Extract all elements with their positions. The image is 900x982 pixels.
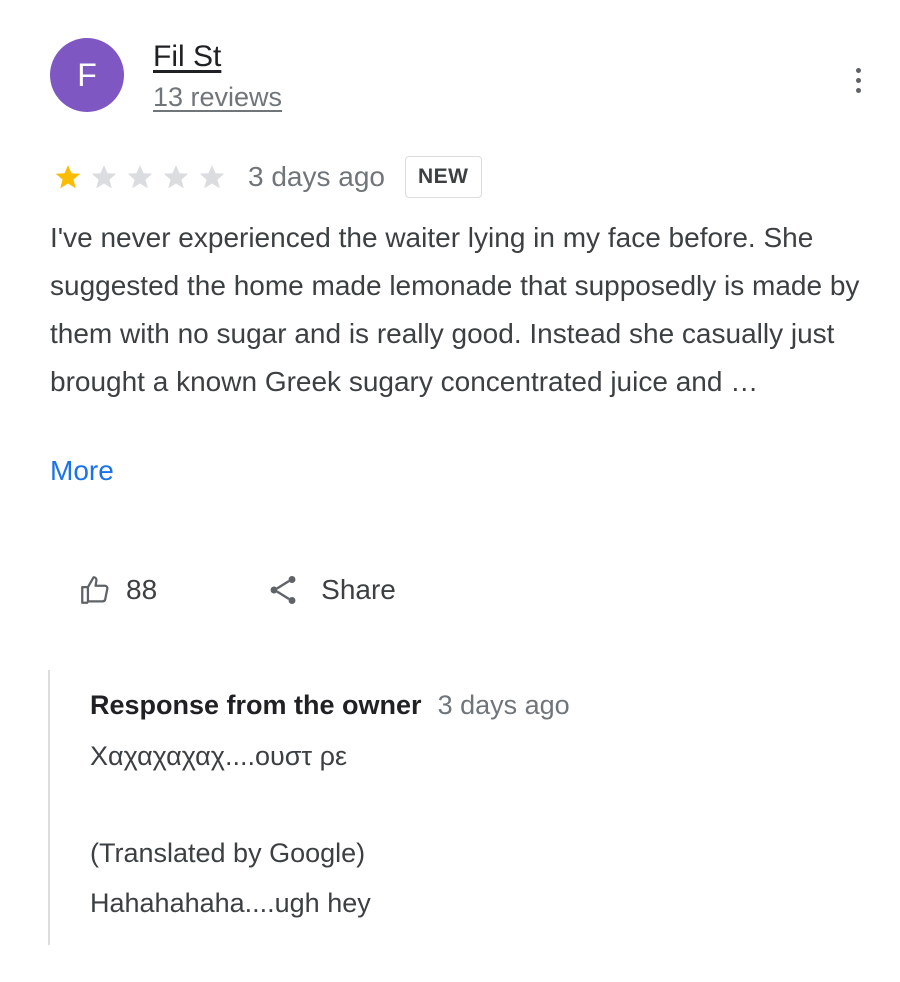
review-meta: 3 days ago NEW [50,152,482,202]
share-label: Share [321,574,396,605]
star-empty-icon [91,165,117,189]
share-icon [270,576,296,604]
menu-dot [855,87,861,93]
like-button[interactable]: 88 [78,573,157,607]
star-empty-icon [127,165,153,189]
owner-response-header: Response from the owner 3 days ago [90,690,570,721]
avatar-initial: F [77,56,97,93]
like-count: 88 [126,574,158,605]
review-card: F Fil St 13 reviews 3 days ago NEW I've … [0,0,900,982]
star-empty-icon [199,165,225,189]
star-empty-icon [163,165,189,189]
review-actions: 88 Share [78,565,396,615]
author-reviews-link[interactable]: 13 reviews [153,82,282,113]
menu-dot [855,67,861,73]
star-filled-icon [55,165,81,189]
owner-response-date: 3 days ago [437,690,570,720]
author-name-link[interactable]: Fil St [153,40,221,74]
owner-response: Response from the owner 3 days ago Χαχαχα… [48,670,870,945]
owner-response-title: Response from the owner [90,690,422,720]
review-date: 3 days ago [248,161,385,192]
share-button[interactable]: Share [265,572,396,608]
owner-response-original: Χαχαχαχαχ....ουστ ρε [90,741,347,771]
author-avatar[interactable]: F [50,38,124,112]
owner-response-translated: Hahahahaha....ugh hey [90,888,371,918]
thumbs-up-icon [81,576,109,604]
review-text: I've never experienced the waiter lying … [50,222,860,397]
menu-dot [855,77,861,83]
translation-note: (Translated by Google) [90,838,366,868]
more-link[interactable]: More [50,455,114,487]
more-vert-icon[interactable] [843,60,873,100]
star-rating [50,162,230,192]
new-badge: NEW [405,156,482,198]
